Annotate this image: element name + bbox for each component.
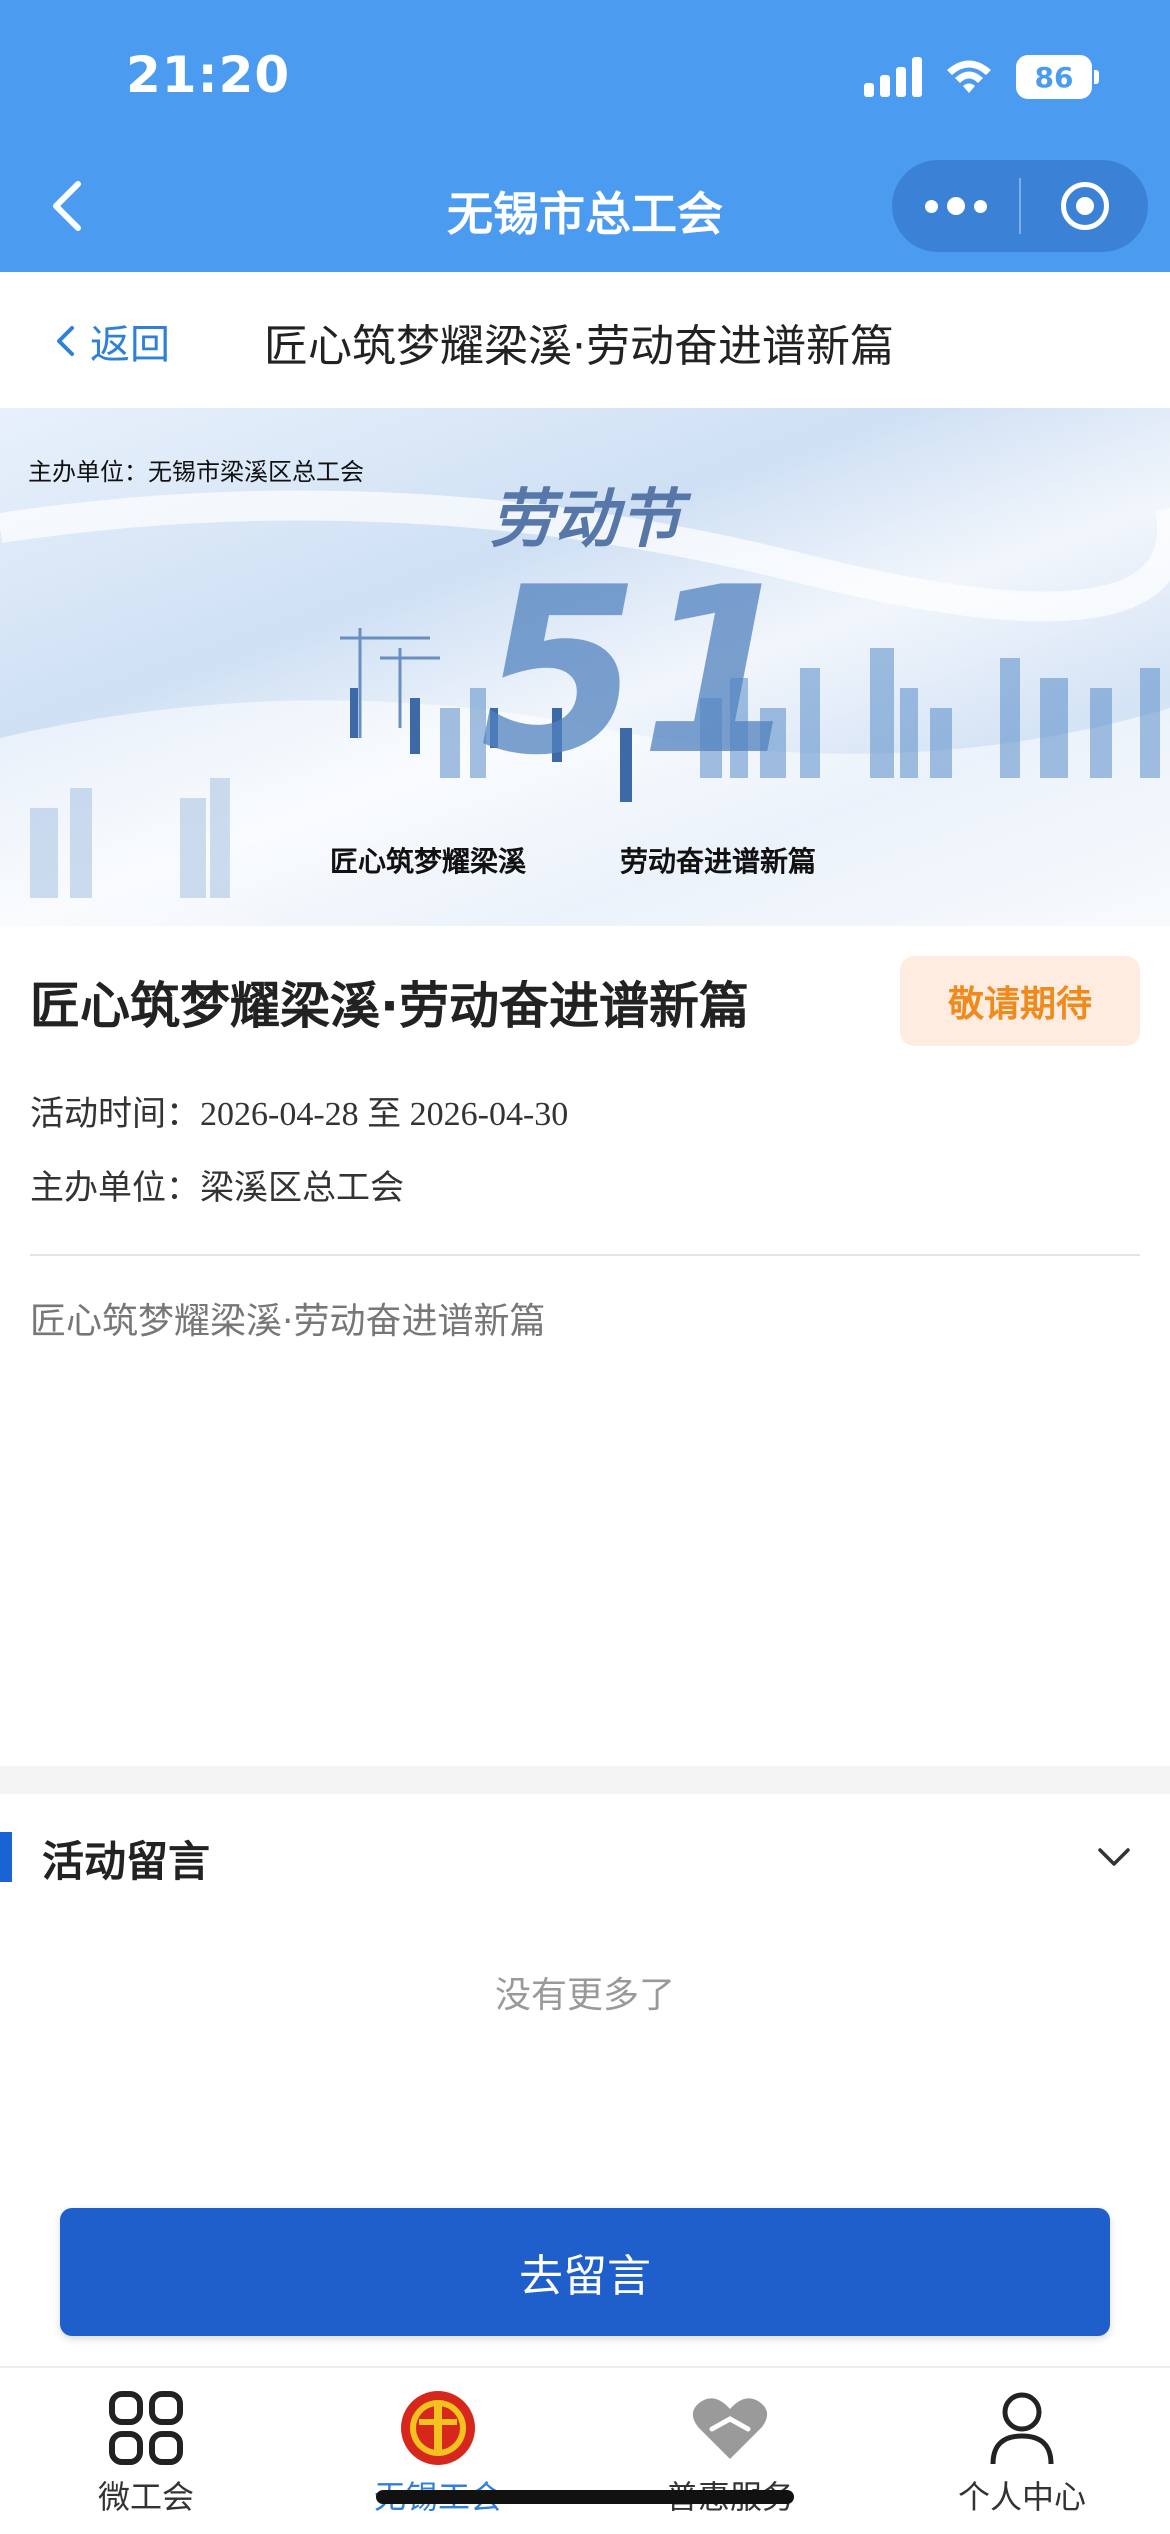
activity-time-value: 2026-04-28 至 2026-04-30 xyxy=(200,1096,569,1133)
organizer-value: 梁溪区总工会 xyxy=(200,1168,404,1208)
activity-time-row: 活动时间：2026-04-28 至 2026-04-30 xyxy=(30,1086,568,1135)
close-miniprogram-button[interactable] xyxy=(1021,160,1148,252)
cellular-signal-icon xyxy=(864,57,922,97)
page-header: 返回 匠心筑梦耀梁溪·劳动奋进谱新篇 xyxy=(0,272,1170,410)
miniprogram-capsule xyxy=(892,160,1148,252)
wifi-icon xyxy=(947,60,991,93)
status-icons: 86 xyxy=(864,52,1099,102)
more-button[interactable] xyxy=(892,160,1019,252)
activity-title: 匠心筑梦耀梁溪·劳动奋进谱新篇 xyxy=(30,977,749,1035)
banner-organizer: 主办单位：无锡市梁溪区总工会 xyxy=(28,458,364,486)
activity-time-label: 活动时间： xyxy=(30,1094,200,1134)
comments-title: 活动留言 xyxy=(42,1837,211,1886)
tab-label: 微工会 xyxy=(97,2478,194,2516)
grid-icon xyxy=(106,2388,186,2468)
union-emblem-icon xyxy=(398,2388,478,2468)
status-time: 21:20 xyxy=(126,46,291,104)
home-indicator xyxy=(376,2490,794,2504)
banner-slogan-right: 劳动奋进谱新篇 xyxy=(620,845,817,878)
heart-hands-icon xyxy=(690,2388,770,2468)
organizer-label: 主办单位： xyxy=(30,1168,200,1208)
person-icon xyxy=(982,2388,1062,2468)
tab-inclusive-services[interactable]: 普惠服务 xyxy=(584,2388,876,2528)
bottom-tab-bar: 微工会 无锡工会 普惠服务 个人中 xyxy=(0,2366,1170,2534)
tab-personal-center[interactable]: 个人中心 xyxy=(876,2388,1168,2528)
tab-label: 个人中心 xyxy=(957,2478,1086,2516)
info-divider xyxy=(30,1254,1140,1256)
chevron-down-icon[interactable] xyxy=(1094,1842,1134,1872)
banner-slogan-left: 匠心筑梦耀梁溪 xyxy=(330,845,527,878)
activity-banner: 主办单位：无锡市梁溪区总工会 劳动节 51 匠心筑梦耀梁溪 劳动奋进谱新篇 xyxy=(0,408,1170,926)
target-icon xyxy=(1060,182,1109,230)
leave-comment-button[interactable]: 去留言 xyxy=(60,2208,1110,2336)
section-separator xyxy=(0,1766,1170,1794)
back-link[interactable]: 返回 xyxy=(54,312,170,370)
comments-header[interactable]: 活动留言 xyxy=(0,1824,1170,1894)
status-badge: 敬请期待 xyxy=(900,956,1140,1046)
tab-wuxi-union[interactable]: 无锡工会 xyxy=(292,2388,584,2528)
more-dots-icon xyxy=(924,197,987,215)
tab-micro-union[interactable]: 微工会 xyxy=(0,2388,292,2528)
page-title: 匠心筑梦耀梁溪·劳动奋进谱新篇 xyxy=(264,321,894,372)
battery-indicator: 86 xyxy=(1016,55,1099,99)
back-label: 返回 xyxy=(90,322,170,368)
section-accent-bar xyxy=(0,1832,12,1882)
empty-comments-text: 没有更多了 xyxy=(494,1975,675,2016)
organizer-row: 主办单位：梁溪区总工会 xyxy=(30,1160,404,1209)
top-bar: 21:20 86 无锡市总工会 xyxy=(0,0,1170,272)
banner-number: 51 xyxy=(480,539,801,806)
chevron-left-icon xyxy=(57,326,74,356)
activity-description: 匠心筑梦耀梁溪·劳动奋进谱新篇 xyxy=(30,1301,546,1342)
